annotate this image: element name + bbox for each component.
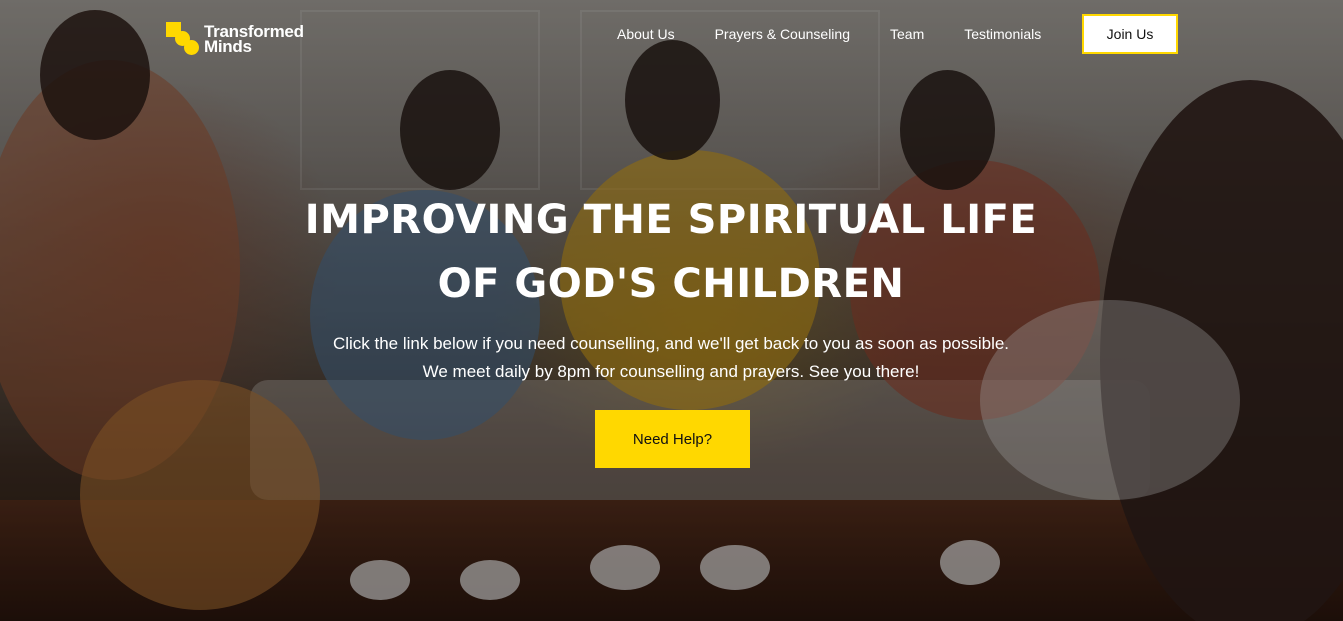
hero-subtext: Click the link below if you need counsel… <box>332 334 1010 381</box>
hero-headline-line1: IMPROVING THE SPIRITUAL LIFE <box>304 197 1038 243</box>
hero-content: IMPROVING THE SPIRITUAL LIFE OF GOD'S CH… <box>0 0 1343 621</box>
hero-headline-line2: OF GOD'S CHILDREN <box>437 261 905 307</box>
hero-section: Transformed Minds About Us Prayers & Cou… <box>0 0 1343 621</box>
need-help-button[interactable]: Need Help? <box>595 410 750 468</box>
hero-headline: IMPROVING THE SPIRITUAL LIFE OF GOD'S CH… <box>271 188 1071 316</box>
